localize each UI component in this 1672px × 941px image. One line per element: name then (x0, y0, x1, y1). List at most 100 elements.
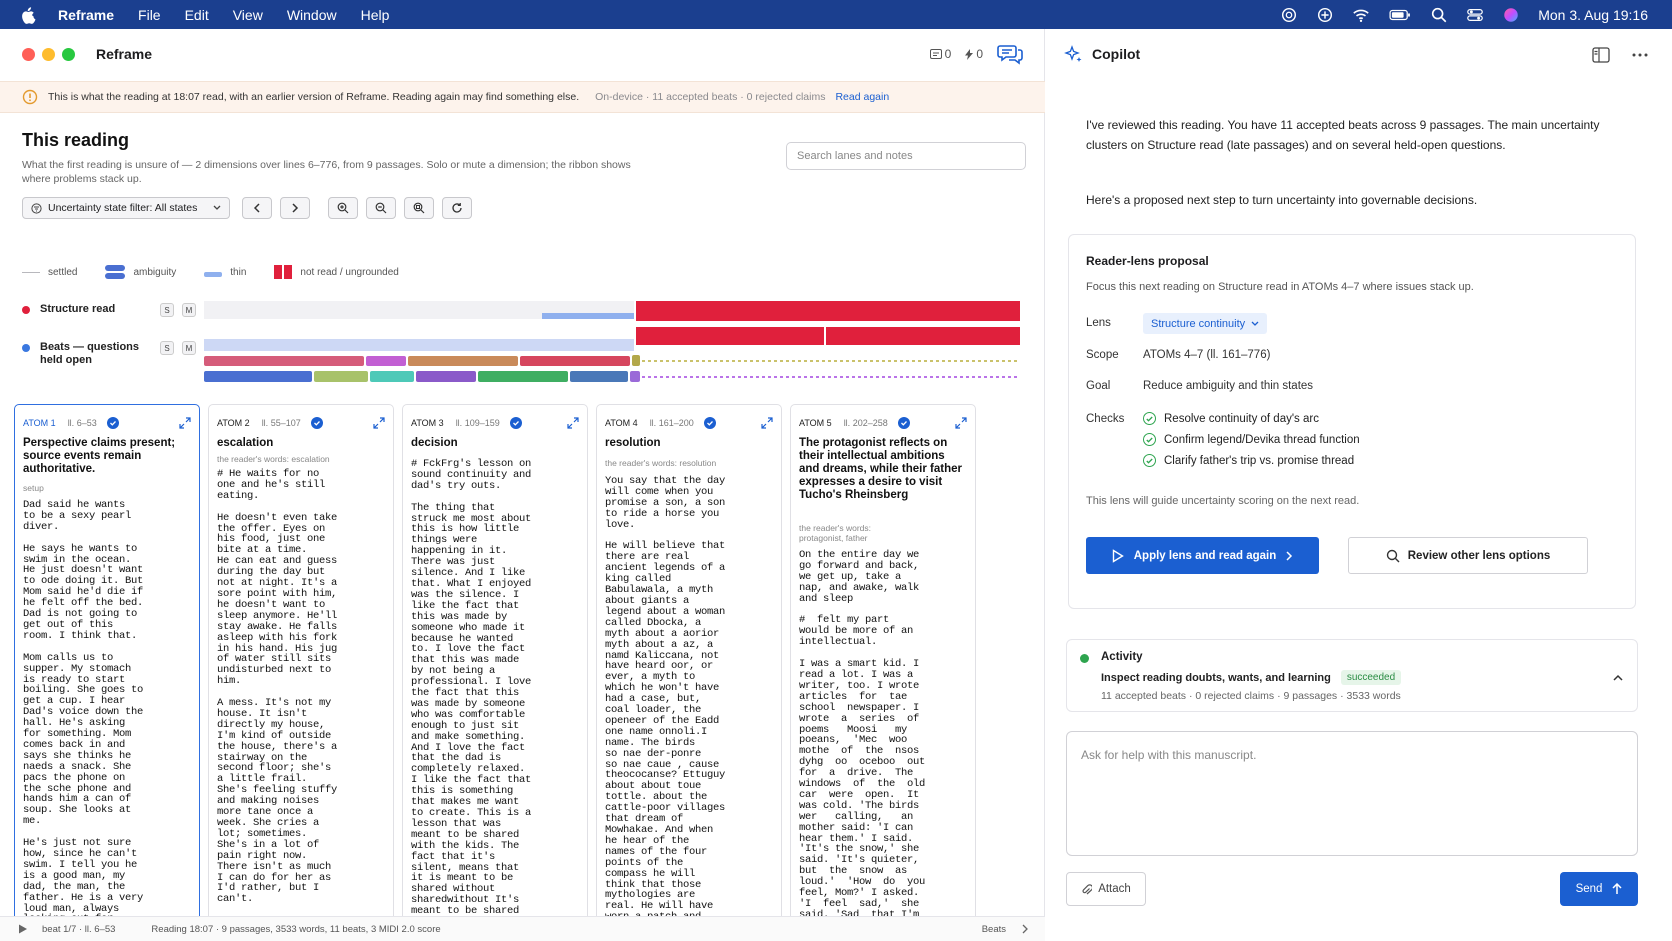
apply-lens-button[interactable]: Apply lens and read again (1086, 537, 1319, 574)
spotlight-search-icon[interactable] (1430, 6, 1448, 24)
siri-icon[interactable] (1502, 6, 1520, 24)
openai-icon[interactable] (1280, 6, 1298, 24)
mute-button[interactable]: M (182, 303, 196, 317)
play-icon[interactable] (18, 924, 28, 934)
previous-button[interactable] (242, 197, 272, 219)
activity-card[interactable]: Activity Inspect reading doubts, wants, … (1066, 639, 1638, 712)
chat-bubbles-icon[interactable] (997, 43, 1023, 65)
beats-not-read-segment-2 (826, 327, 1020, 345)
status-badge: succeeded (1340, 670, 1402, 685)
activity-task-row: Inspect reading doubts, wants, and learn… (1101, 670, 1402, 685)
menu-app-name[interactable]: Reframe (58, 7, 114, 23)
battery-icon[interactable] (1388, 6, 1412, 24)
read-again-link[interactable]: Read again (835, 91, 889, 103)
add-circle-icon[interactable] (1316, 6, 1334, 24)
atom-card-3[interactable]: ATOM 3 ll. 109–159 decision # FckFrg's l… (402, 404, 588, 941)
ask-copilot-input[interactable]: Ask for help with this manuscript. (1066, 731, 1638, 856)
legend-swatch-settled (22, 271, 40, 273)
check-badge-icon (310, 417, 323, 429)
atom-card-2[interactable]: ATOM 2 ll. 55–107 escalation the reader'… (208, 404, 394, 941)
flags-counter[interactable]: 0 (965, 47, 983, 61)
atom-card-5[interactable]: ATOM 5 ll. 202–258 The protagonist refle… (790, 404, 976, 941)
control-center-icon[interactable] (1466, 6, 1484, 24)
zoom-out-button[interactable] (366, 197, 396, 219)
reset-button[interactable] (442, 197, 472, 219)
atom-tag: the reader's words: resolution (605, 458, 717, 468)
menu-clock[interactable]: Mon 3. Aug 19:16 (1538, 7, 1648, 23)
check-circle-icon (1143, 412, 1156, 425)
window-title: Reframe (96, 46, 153, 62)
apple-menu-icon[interactable] (20, 6, 38, 24)
menu-edit[interactable]: Edit (185, 7, 209, 23)
zoom-fit-button[interactable] (404, 197, 434, 219)
goal-row: Goal Reduce ambiguity and thin states (1086, 380, 1313, 392)
status-summary: Reading 18:07 · 9 passages, 3533 words, … (151, 923, 441, 935)
status-beats-toggle[interactable]: Beats (982, 924, 1006, 935)
lane-beats-questions[interactable]: Beats — questions held open S M (22, 341, 196, 367)
lane-dot (22, 344, 30, 352)
expand-icon[interactable] (567, 417, 579, 429)
beat-segment (632, 355, 640, 366)
next-button[interactable] (280, 197, 310, 219)
minimize-window-button[interactable] (42, 48, 55, 61)
copilot-next-step: Here's a proposed next step to turn unce… (1086, 193, 1478, 207)
lane-structure-read[interactable]: Structure read S M (22, 303, 196, 317)
scope-value: ATOMs 4–7 (ll. 161–776) (1143, 349, 1271, 361)
atom-label: ATOM 5 (799, 418, 832, 428)
review-lens-options-button[interactable]: Review other lens options (1348, 537, 1588, 574)
zoom-fit-icon (413, 202, 425, 214)
goal-value: Reduce ambiguity and thin states (1143, 380, 1314, 392)
uncertainty-filter-select[interactable]: Uncertainty state filter: All states (22, 197, 230, 219)
atom-card-4[interactable]: ATOM 4 ll. 161–200 resolution the reader… (596, 404, 782, 941)
reset-icon (452, 203, 462, 213)
search-lanes-input[interactable]: Search lanes and notes (786, 142, 1026, 170)
wifi-icon[interactable] (1352, 6, 1370, 24)
atom-header: ATOM 3 ll. 109–159 (411, 415, 579, 431)
check-item-1: Resolve continuity of day's arc (1143, 412, 1319, 425)
filter-label: Uncertainty state filter: All states (48, 202, 198, 214)
beats-not-read-segment-1 (636, 327, 824, 345)
atom-card-1[interactable]: ATOM 1 ll. 6–53 Perspective claims prese… (14, 404, 200, 941)
attach-button[interactable]: Attach (1066, 872, 1146, 906)
paperclip-icon (1082, 883, 1093, 894)
chevron-right-icon (1286, 550, 1293, 561)
menu-window[interactable]: Window (287, 7, 337, 23)
uncertainty-ribbon[interactable] (204, 299, 1020, 385)
sidebar-toggle-icon[interactable] (1592, 47, 1610, 63)
send-button[interactable]: Send (1560, 872, 1638, 906)
menu-file[interactable]: File (138, 7, 161, 23)
solo-button[interactable]: S (160, 341, 174, 355)
expand-icon[interactable] (761, 417, 773, 429)
beat-segment (370, 371, 414, 382)
beat-segment (520, 356, 630, 366)
scope-label: Scope (1086, 349, 1119, 361)
mute-button[interactable]: M (182, 341, 196, 355)
close-window-button[interactable] (22, 48, 35, 61)
notes-counter[interactable]: 0 (929, 47, 951, 61)
chevron-right-icon (292, 203, 299, 213)
expand-icon[interactable] (179, 417, 191, 429)
zoom-in-button[interactable] (328, 197, 358, 219)
expand-icon[interactable] (955, 417, 967, 429)
beat-segment (366, 356, 406, 366)
banner-meta: On-device · 11 accepted beats · 0 reject… (595, 91, 826, 103)
copilot-intro: I've reviewed this reading. You have 11 … (1086, 118, 1600, 152)
solo-button[interactable]: S (160, 303, 174, 317)
menu-view[interactable]: View (233, 7, 263, 23)
expand-icon[interactable] (373, 417, 385, 429)
proposal-title: Reader-lens proposal (1086, 254, 1209, 268)
more-options-icon[interactable] (1632, 53, 1648, 57)
check-text: Resolve continuity of day's arc (1164, 412, 1319, 425)
menu-help[interactable]: Help (361, 7, 390, 23)
lens-select[interactable]: Structure continuity (1143, 313, 1268, 334)
title-bar: Reframe 0 0 (0, 29, 1045, 81)
send-label: Send (1575, 883, 1603, 895)
atom-lines: ll. 109–159 (455, 418, 500, 428)
check-circle-icon (1143, 454, 1156, 467)
atom-label: ATOM 3 (411, 418, 444, 428)
structure-not-read-segment (636, 301, 1020, 321)
chevron-up-icon[interactable] (1613, 674, 1623, 681)
chevron-right-icon[interactable] (1022, 924, 1029, 934)
zoom-window-button[interactable] (62, 48, 75, 61)
ribbon-legend: settled ambiguity thin not read / ungrou… (22, 265, 427, 279)
